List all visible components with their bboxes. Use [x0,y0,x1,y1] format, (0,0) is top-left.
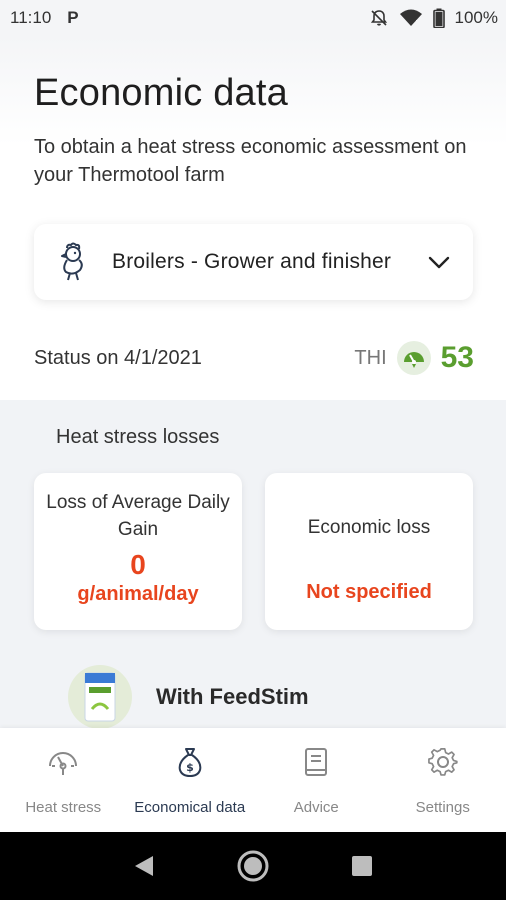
nav-heat-stress[interactable]: Heat stress [0,728,127,832]
losses-title: Heat stress losses [56,426,220,448]
adg-loss-value: 0 [130,549,146,580]
battery-percent: 100% [454,8,498,27]
nav-label: Settings [415,799,470,816]
page-title: Economic data [34,72,288,114]
money-bag-icon: $ [174,746,206,778]
thi-value: 53 [440,341,474,374]
gauge-icon [396,341,431,375]
nav-settings[interactable]: Settings [380,728,506,832]
chicken-icon [56,242,88,282]
economic-loss-value: Not specified [306,581,432,603]
economic-loss-title: Economic loss [307,517,431,538]
back-icon[interactable] [124,846,164,886]
feedstim-label: With FeedStim [156,684,309,709]
nav-label: Heat stress [25,799,102,816]
feedstim-row[interactable]: With FeedStim [68,665,309,728]
thi-indicator: THI 53 [354,341,474,375]
nav-advice[interactable]: Advice [253,728,380,832]
home-icon[interactable] [233,846,273,886]
economic-loss-card: Economic loss Not specified [265,473,473,630]
page-subtitle: To obtain a heat stress economic assessm… [34,136,467,186]
species-selected-label: Broilers - Grower and finisher [112,250,392,273]
adg-loss-unit: g/animal/day [77,583,199,605]
svg-text:$: $ [186,761,194,774]
status-row: Status on 4/1/2021 THI 53 [34,338,474,378]
gear-icon [427,746,459,778]
recents-icon[interactable] [342,846,382,886]
status-bar: 11:10 P 100% [0,0,506,36]
notifications-off-icon [369,8,389,28]
nav-economical-data[interactable]: $ Economical data [127,728,254,832]
nav-label: Advice [293,799,339,816]
system-navigation-bar [0,832,506,900]
wifi-icon [399,8,423,28]
status-date: Status on 4/1/2021 [34,346,202,369]
gauge-icon [47,746,79,778]
book-icon [300,746,332,778]
species-dropdown[interactable]: Broilers - Grower and finisher [34,224,473,300]
chevron-down-icon [427,250,451,274]
parking-app-icon: P [67,8,79,27]
adg-loss-card: Loss of Average Daily Gain 0 g/animal/da… [34,473,242,630]
feedstim-product-image [68,665,132,728]
adg-loss-title: Loss of Average Daily Gain [46,492,230,540]
thi-label: THI [354,346,387,369]
heat-stress-losses-section: Heat stress losses Loss of Average Daily… [0,400,506,728]
bottom-navigation: Heat stress $ Economical data Advice Set… [0,728,506,832]
status-time: 11:10 [10,8,52,27]
battery-icon [432,8,445,28]
nav-label: Economical data [134,799,246,816]
